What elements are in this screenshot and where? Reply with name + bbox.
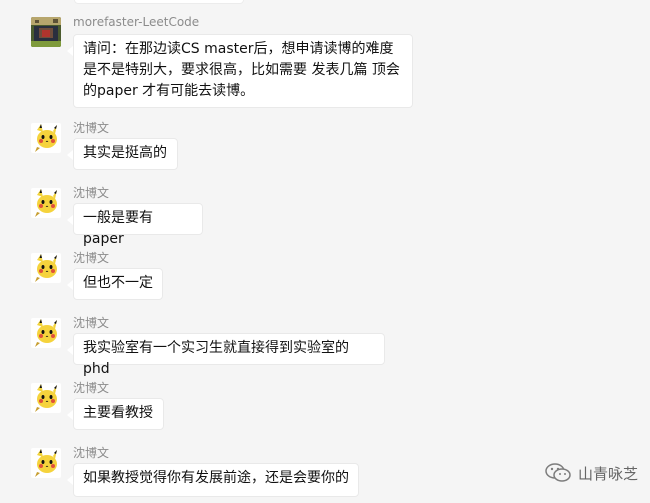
message-bubble: 我实验室有一个实习生就直接得到实验室的phd: [67, 333, 385, 377]
wechat-icon: [545, 463, 571, 482]
sender-name: 沈博文: [73, 381, 110, 395]
pikachu-avatar-icon[interactable]: [31, 123, 61, 153]
sender-name: 沈博文: [73, 121, 110, 135]
pikachu-avatar-icon[interactable]: [31, 318, 61, 348]
message-bubble: 主要看教授: [67, 398, 164, 430]
chat-message: 沈博文 但也不一定: [0, 248, 650, 302]
sender-name: 沈博文: [73, 251, 110, 265]
partial-message-bubble: [74, 0, 244, 4]
chat-message: morefaster-LeetCode 请问：在那边读CS master后，想申…: [0, 12, 650, 108]
chat-message: 沈博文 其实是挺高的: [0, 118, 650, 172]
pikachu-avatar-icon[interactable]: [31, 448, 61, 478]
sender-name: 沈博文: [73, 446, 110, 460]
message-bubble: 请问：在那边读CS master后，想申请读博的难度是不是特别大，要求很高，比如…: [67, 34, 413, 108]
chat-message: 沈博文 我实验室有一个实习生就直接得到实验室的phd: [0, 313, 650, 377]
watermark: 山青咏芝: [544, 462, 638, 484]
message-bubble: 一般是要有paper: [67, 203, 203, 247]
watermark-label: 山青咏芝: [577, 464, 638, 483]
sender-name: 沈博文: [73, 186, 110, 200]
pikachu-avatar-icon[interactable]: [31, 253, 61, 283]
message-bubble: 其实是挺高的: [67, 138, 178, 170]
sender-name: morefaster-LeetCode: [73, 15, 200, 29]
chat-message: 沈博文 一般是要有paper: [0, 183, 650, 247]
chat-message: 沈博文 主要看教授: [0, 378, 650, 432]
message-bubble: 如果教授觉得你有发展前途，还是会要你的: [67, 463, 359, 497]
message-bubble: 但也不一定: [67, 268, 163, 300]
pikachu-avatar-icon[interactable]: [31, 188, 61, 218]
pikachu-avatar-icon[interactable]: [31, 383, 61, 413]
sender-name: 沈博文: [73, 316, 110, 330]
pixel-scene-avatar-icon[interactable]: [31, 17, 61, 47]
chat-window: morefaster-LeetCode 请问：在那边读CS master后，想申…: [0, 0, 650, 503]
